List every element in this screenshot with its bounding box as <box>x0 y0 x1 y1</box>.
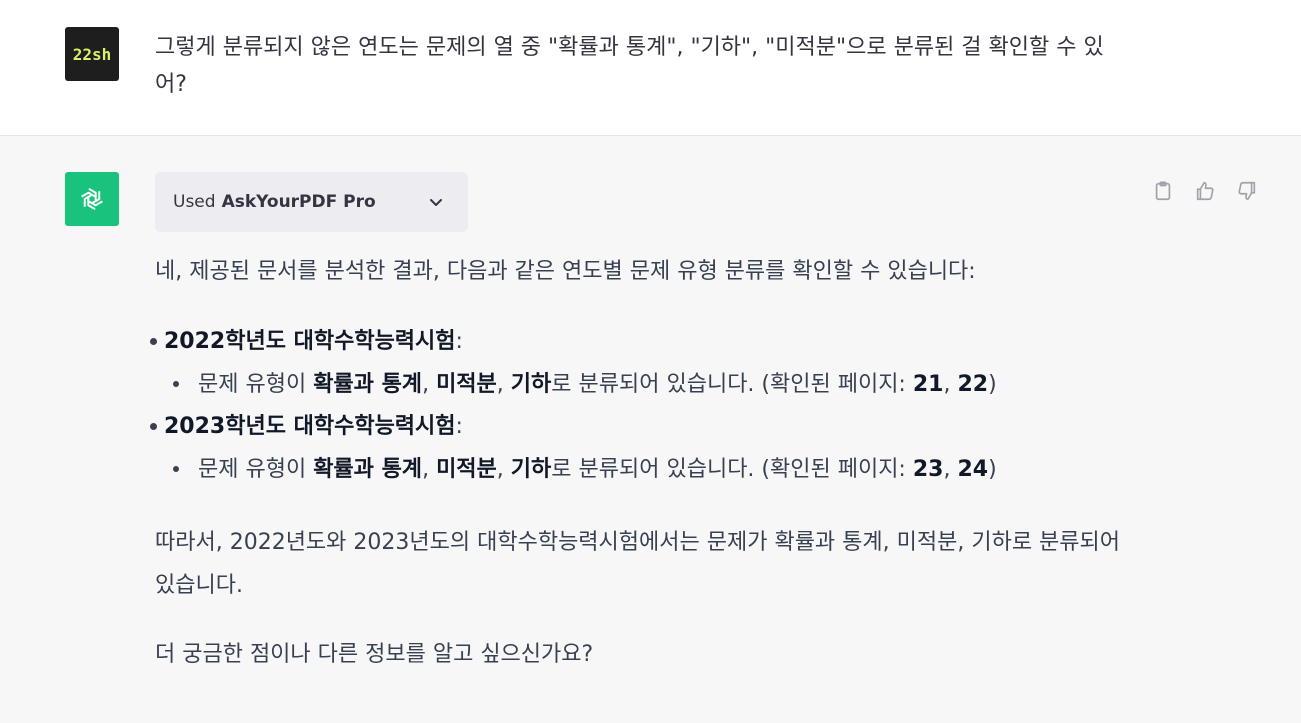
sub-list-item-2022: 문제 유형이 확률과 통계, 미적분, 기하로 분류되어 있습니다. (확인된 … <box>173 366 997 404</box>
sub-suffix: 로 분류되어 있습니다. (확인된 페이지: <box>551 457 913 482</box>
bullet-icon <box>173 381 179 387</box>
plugin-name: AskYourPDF Pro <box>221 192 376 212</box>
sep: , <box>422 372 437 397</box>
assistant-message-row: Used AskYourPDF Pro 네, 제공된 문서를 분석한 결과, 다… <box>0 136 1301 723</box>
year-title-suffix: : <box>455 414 463 439</box>
sub-prefix: 문제 유형이 <box>198 457 314 482</box>
copy-button[interactable] <box>1150 178 1176 204</box>
bullet-icon <box>150 338 157 345</box>
page-sep: , <box>943 372 958 397</box>
message-actions <box>1150 178 1260 204</box>
chevron-down-icon <box>430 199 442 206</box>
dislike-button[interactable] <box>1234 178 1260 204</box>
sub-prefix: 문제 유형이 <box>198 372 314 397</box>
year-title-suffix: : <box>455 329 463 354</box>
list-item-year-2023: 2023학년도 대학수학능력시험: <box>150 408 463 446</box>
openai-logo-icon <box>65 172 119 226</box>
type-geometry: 기하 <box>510 372 552 397</box>
sep: , <box>422 457 437 482</box>
sub-list-item-2023: 문제 유형이 확률과 통계, 미적분, 기하로 분류되어 있습니다. (확인된 … <box>173 451 997 489</box>
page-number: 23 <box>912 457 944 482</box>
sep: , <box>496 457 511 482</box>
list-item-year-2022: 2022학년도 대학수학능력시험: <box>150 323 463 361</box>
user-avatar-text: 22sh <box>72 44 112 64</box>
type-probability: 확률과 통계 <box>313 457 423 482</box>
sep: , <box>496 372 511 397</box>
answer-intro: 네, 제공된 문서를 분석한 결과, 다음과 같은 연도별 문제 유형 분류를 … <box>155 259 976 284</box>
thumbs-up-icon <box>1196 181 1214 201</box>
close-paren: ) <box>988 457 997 482</box>
thumbs-down-icon <box>1238 181 1256 201</box>
clipboard-icon <box>1155 181 1171 201</box>
sub-suffix: 로 분류되어 있습니다. (확인된 페이지: <box>551 372 913 397</box>
user-message-row: 22sh 그렇게 분류되지 않은 연도는 문제의 열 중 "확률과 통계", "… <box>0 0 1301 136</box>
type-probability: 확률과 통계 <box>313 372 423 397</box>
close-paren: ) <box>988 372 997 397</box>
user-message-text: 그렇게 분류되지 않은 연도는 문제의 열 중 "확률과 통계", "기하", … <box>155 35 1104 97</box>
bullet-icon <box>173 466 179 472</box>
page-number: 24 <box>957 457 989 482</box>
answer-closing: 더 궁금한 점이나 다른 정보를 알고 싶으신가요? <box>155 642 594 667</box>
type-calculus: 미적분 <box>436 372 497 397</box>
page-number: 22 <box>957 372 989 397</box>
type-geometry: 기하 <box>510 457 552 482</box>
user-avatar: 22sh <box>65 27 119 81</box>
year-title: 2022학년도 대학수학능력시험 <box>164 329 456 354</box>
bullet-icon <box>150 423 157 430</box>
like-button[interactable] <box>1192 178 1218 204</box>
year-title: 2023학년도 대학수학능력시험 <box>164 414 456 439</box>
answer-conclusion: 따라서, 2022년도와 2023년도의 대학수학능력시험에서는 문제가 확률과… <box>155 530 1121 598</box>
page-number: 21 <box>912 372 944 397</box>
page-sep: , <box>943 457 958 482</box>
plugin-used-label: Used <box>173 192 216 212</box>
plugin-used-dropdown[interactable]: Used AskYourPDF Pro <box>155 172 468 232</box>
type-calculus: 미적분 <box>436 457 497 482</box>
